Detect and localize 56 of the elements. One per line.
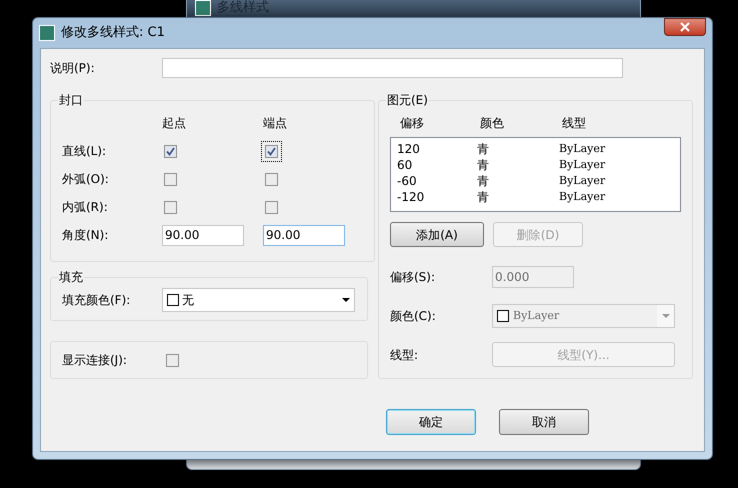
row-label: 直线(L): [62, 143, 108, 160]
column-header: 颜色 [480, 115, 505, 132]
list-cell-text: ByLayer [559, 140, 606, 157]
column-header: 偏移 [400, 115, 425, 132]
list-cell-text: ByLayer [559, 156, 606, 173]
window-title: 修改多线样式: C1 [61, 24, 165, 42]
column-header: 线型 [562, 115, 587, 132]
list-cell-text: ByLayer [559, 188, 606, 205]
field-label: 说明(P): [50, 60, 96, 77]
color-swatch [167, 294, 179, 306]
checkmark-icon [267, 146, 276, 156]
checkbox[interactable] [265, 144, 278, 158]
row-label: 外弧(O): [62, 171, 110, 188]
window-title: 多线样式 [217, 0, 269, 18]
angle-field[interactable]: 90.00 [162, 224, 244, 246]
row-label: 内弧(R): [62, 199, 109, 216]
checkmark-icon [166, 146, 175, 156]
close-button[interactable] [664, 18, 706, 36]
checkbox[interactable] [164, 144, 177, 158]
fill-color-dropdown[interactable]: 无 [162, 288, 355, 312]
list-cell-text: 青 [477, 189, 490, 206]
color-swatch [497, 310, 509, 322]
push-button[interactable]: 添加(A) [390, 222, 484, 247]
column-header: 端点 [263, 115, 288, 132]
list-cell-text: 青 [477, 173, 490, 190]
list-cell-text: 60 [397, 157, 414, 174]
list-cell-text: 120 [397, 141, 421, 158]
checkbox[interactable] [164, 172, 177, 186]
checkbox[interactable] [164, 200, 177, 214]
list-cell-text: -60 [397, 173, 418, 190]
field-label: 显示连接(J): [62, 352, 128, 369]
column-header: 起点 [162, 115, 187, 132]
group-title: 封口 [58, 92, 84, 109]
group-title: 填充 [58, 269, 84, 286]
app-icon [195, 0, 211, 16]
app-icon [39, 25, 55, 41]
field-label: 线型: [390, 346, 420, 364]
push-button[interactable]: 确定 [386, 409, 476, 435]
push-button[interactable]: 取消 [499, 409, 589, 435]
dropdown-arrow-icon [342, 298, 350, 302]
close-icon [680, 22, 690, 32]
description-field[interactable] [162, 58, 623, 78]
checkbox[interactable] [265, 200, 278, 214]
dropdown-arrow-icon [662, 314, 670, 318]
group-title: 图元(E) [386, 92, 429, 109]
field-label: 颜色(C): [390, 308, 437, 325]
row-label: 角度(N): [62, 227, 110, 244]
checkbox[interactable] [265, 172, 278, 186]
field-label: 偏移(S): [390, 269, 436, 286]
list-cell-text: -120 [397, 189, 426, 206]
list-cell-text: 青 [477, 157, 490, 174]
checkbox[interactable] [166, 354, 179, 366]
angle-field[interactable]: 90.00 [263, 224, 345, 246]
list-cell-text: ByLayer [559, 172, 606, 189]
field-label: 填充颜色(F): [62, 292, 132, 309]
list-cell-text: 青 [477, 141, 490, 158]
